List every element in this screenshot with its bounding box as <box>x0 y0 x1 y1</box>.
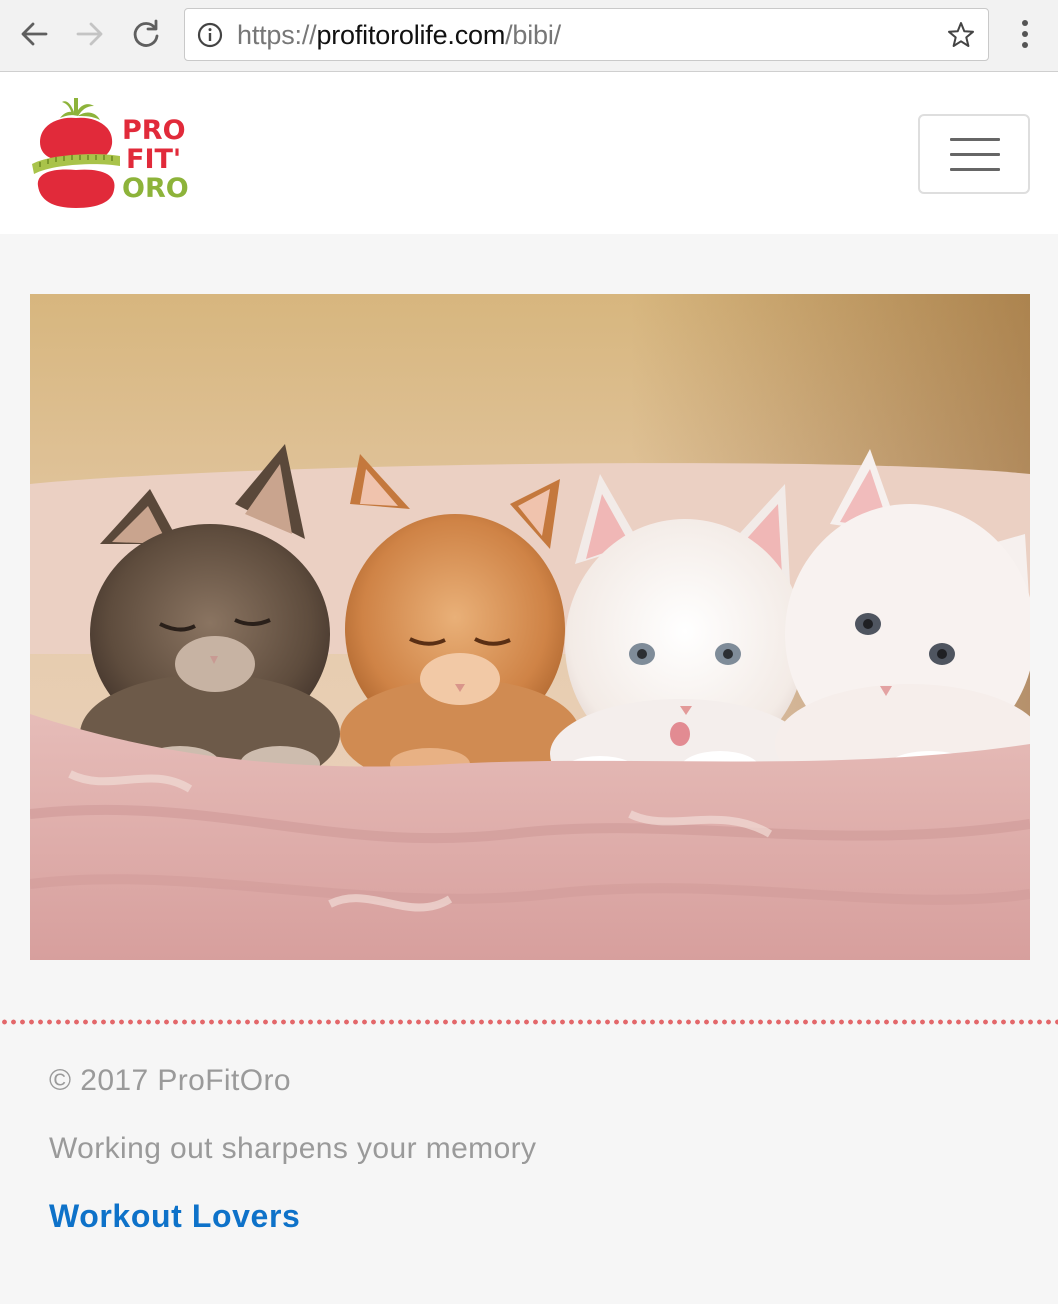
logo-word-oro: ORO <box>122 173 189 204</box>
profitoro-logo[interactable]: PRO FIT' ORO <box>30 94 200 214</box>
logo-wordmark: PRO FIT' ORO <box>122 116 189 203</box>
workout-lovers-link[interactable]: Workout Lovers <box>49 1198 300 1235</box>
white-kitten-left <box>550 474 810 809</box>
browser-menu-icon[interactable] <box>1010 16 1040 52</box>
back-button[interactable] <box>14 14 54 54</box>
copyright-text: © 2017 ProFitOro <box>49 1064 291 1097</box>
site-header: PRO FIT' ORO <box>0 72 1058 234</box>
arrow-left-icon <box>21 22 48 46</box>
url-scheme: https:// <box>237 20 317 50</box>
kittens-image <box>30 294 1030 960</box>
star-icon[interactable] <box>946 20 976 50</box>
url-path: /bibi/ <box>505 20 561 50</box>
reload-icon <box>133 19 159 47</box>
tagline-text: Working out sharpens your memory <box>49 1132 537 1165</box>
arrow-right-icon <box>76 22 103 46</box>
reload-button[interactable] <box>126 14 166 54</box>
address-bar[interactable]: https://profitorolife.com/bibi/ <box>184 8 989 61</box>
footer-divider <box>0 1019 1058 1025</box>
tomato-icon <box>32 98 120 208</box>
url-text[interactable]: https://profitorolife.com/bibi/ <box>237 20 561 50</box>
info-icon[interactable] <box>197 22 223 48</box>
browser-toolbar: https://profitorolife.com/bibi/ <box>0 0 1058 72</box>
logo-word-fit: FIT' <box>126 144 182 175</box>
url-host: profitorolife.com <box>316 20 506 50</box>
forward-button[interactable] <box>70 14 110 54</box>
hamburger-menu-button[interactable] <box>918 114 1030 194</box>
logo-word-pro: PRO <box>122 115 186 146</box>
